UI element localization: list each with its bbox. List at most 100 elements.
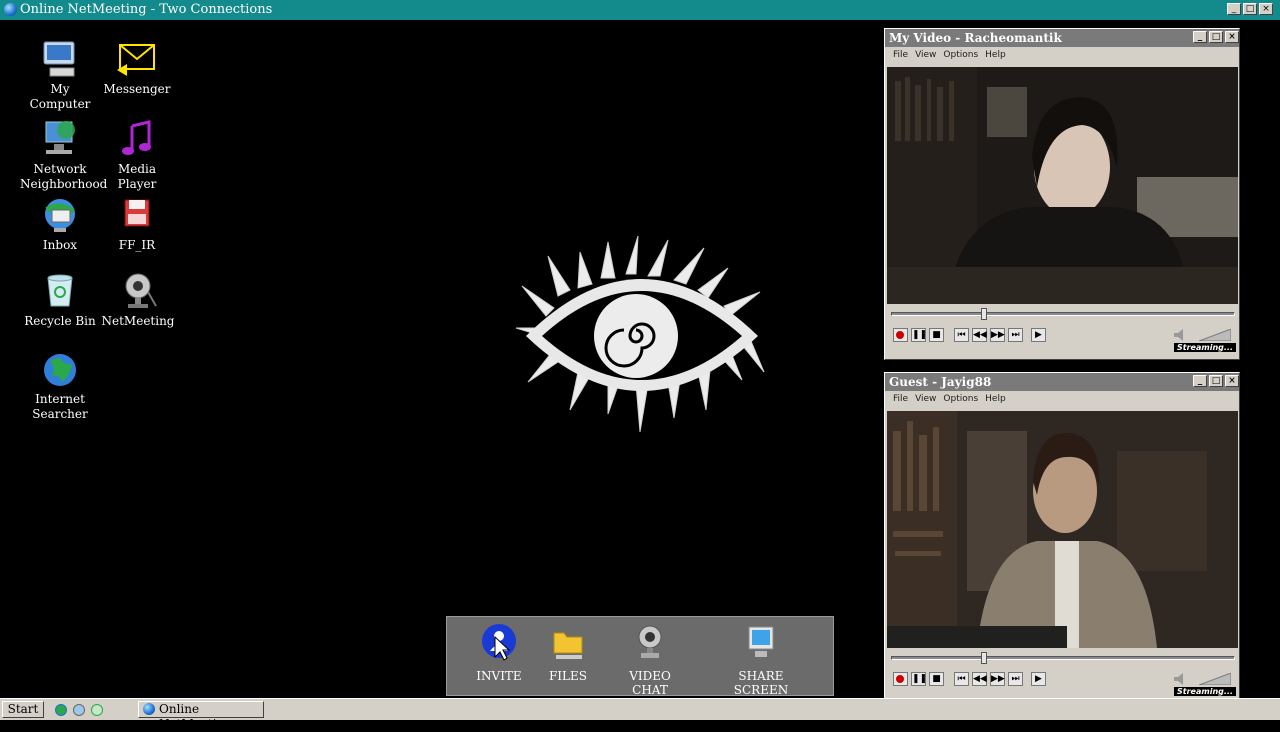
speaker-icon[interactable] bbox=[1173, 329, 1191, 341]
skip-forward-button[interactable]: ⏭ bbox=[1008, 672, 1023, 686]
skip-forward-button[interactable]: ⏭ bbox=[1008, 328, 1023, 342]
taskbar-item-label: Online NetMeeting bbox=[159, 702, 232, 731]
guest-video-menubar: File View Options Help bbox=[885, 391, 1239, 407]
desktop-icon-label: Network Neighborhood bbox=[20, 162, 108, 191]
invite-icon bbox=[479, 623, 519, 663]
floppy-disk-icon bbox=[117, 196, 157, 236]
desktop-icon-my-computer[interactable]: My Computer bbox=[20, 40, 100, 112]
share-screen-button[interactable]: SHARE SCREEN bbox=[711, 623, 811, 697]
play-button[interactable]: ▶ bbox=[1031, 672, 1046, 686]
menu-help[interactable]: Help bbox=[985, 47, 1006, 63]
files-label: FILES bbox=[548, 669, 587, 683]
menu-help[interactable]: Help bbox=[985, 391, 1006, 407]
video-chat-button[interactable]: VIDEO CHAT bbox=[613, 623, 687, 697]
skip-back-button[interactable]: ⏮ bbox=[954, 328, 969, 342]
seek-thumb[interactable] bbox=[980, 308, 987, 320]
desktop-icon-recycle-bin[interactable]: Recycle Bin bbox=[20, 272, 100, 329]
messenger-icon bbox=[73, 704, 85, 716]
volume-slider[interactable] bbox=[1199, 329, 1231, 341]
rewind-button[interactable]: ◀◀ bbox=[972, 672, 987, 686]
desktop-icon-label: Media Player bbox=[117, 162, 157, 191]
stop-button[interactable]: ■ bbox=[929, 672, 944, 686]
desktop-icon-label: My Computer bbox=[29, 82, 91, 111]
menu-view[interactable]: View bbox=[915, 47, 936, 63]
my-video-menubar: File View Options Help bbox=[885, 47, 1239, 63]
globe-icon bbox=[55, 704, 67, 716]
desktop-icon-label: FF_IR bbox=[118, 238, 156, 252]
menu-file[interactable]: File bbox=[893, 47, 908, 63]
guest-video-seekbar[interactable] bbox=[891, 652, 1235, 664]
action-dock: INVITE FILES VIDEO CHAT SHARE SCREEN bbox=[446, 616, 834, 697]
music-note-icon bbox=[117, 120, 157, 160]
maximize-button[interactable]: □ bbox=[1243, 3, 1257, 15]
desktop-icon-internet-searcher[interactable]: Internet Searcher bbox=[20, 350, 100, 422]
guest-video-title: Guest - Jayig88 bbox=[889, 375, 992, 389]
menu-options[interactable]: Options bbox=[943, 391, 978, 407]
minimize-button[interactable]: _ bbox=[1193, 375, 1207, 387]
guest-video-window[interactable]: Guest - Jayig88 _ □ × File View Options … bbox=[884, 372, 1240, 704]
seek-thumb[interactable] bbox=[980, 652, 987, 664]
my-video-seekbar[interactable] bbox=[891, 308, 1235, 320]
taskbar: Start Online NetMeeting bbox=[0, 698, 1280, 731]
my-video-feed bbox=[887, 67, 1238, 304]
rewind-button[interactable]: ◀◀ bbox=[972, 328, 987, 342]
streaming-status: Streaming... bbox=[1174, 343, 1236, 352]
desktop-icon-label: Messenger bbox=[103, 82, 171, 96]
my-video-titlebar: My Video - Racheomantik _ □ × bbox=[885, 29, 1239, 47]
eye-logo bbox=[515, 235, 765, 433]
computer-icon bbox=[40, 40, 80, 80]
files-button[interactable]: FILES bbox=[543, 623, 593, 683]
network-icon bbox=[40, 120, 80, 160]
maximize-button[interactable]: □ bbox=[1209, 375, 1223, 387]
desktop-icon-ff-ir[interactable]: FF_IR bbox=[97, 196, 177, 253]
close-button[interactable]: × bbox=[1225, 31, 1239, 43]
monitor-icon bbox=[741, 623, 781, 663]
close-button[interactable]: × bbox=[1259, 3, 1273, 15]
menu-options[interactable]: Options bbox=[943, 47, 978, 63]
minimize-button[interactable]: _ bbox=[1227, 3, 1241, 15]
my-video-controls: ❚❚ ■ ⏮ ◀◀ ▶▶ ⏭ ▶ Streaming... bbox=[887, 308, 1238, 357]
start-button[interactable]: Start bbox=[2, 701, 44, 718]
pause-button[interactable]: ❚❚ bbox=[911, 672, 927, 686]
fast-forward-button[interactable]: ▶▶ bbox=[990, 672, 1005, 686]
desktop-icon-media-player[interactable]: Media Player bbox=[97, 120, 177, 192]
desktop-icon-label: Recycle Bin bbox=[24, 314, 96, 328]
record-button[interactable] bbox=[893, 328, 908, 342]
stop-button[interactable]: ■ bbox=[929, 328, 944, 342]
desktop-icon-label: Inbox bbox=[42, 238, 78, 252]
speaker-icon[interactable] bbox=[1173, 673, 1191, 685]
taskbar-item-netmeeting[interactable]: Online NetMeeting bbox=[138, 701, 264, 731]
guest-video-titlebar: Guest - Jayig88 _ □ × bbox=[885, 373, 1239, 391]
webcam-icon bbox=[630, 623, 670, 663]
play-button[interactable]: ▶ bbox=[1031, 328, 1046, 342]
close-button[interactable]: × bbox=[1225, 375, 1239, 387]
menu-file[interactable]: File bbox=[893, 391, 908, 407]
invite-label: INVITE bbox=[476, 669, 522, 683]
record-button[interactable] bbox=[893, 672, 908, 686]
video-chat-label: VIDEO CHAT bbox=[629, 669, 671, 697]
desktop-icon-inbox[interactable]: Inbox bbox=[20, 196, 100, 253]
my-video-window[interactable]: My Video - Racheomantik _ □ × File View … bbox=[884, 28, 1240, 360]
minimize-button[interactable]: _ bbox=[1193, 31, 1207, 43]
guest-video-feed bbox=[887, 411, 1238, 648]
streaming-status: Streaming... bbox=[1174, 687, 1236, 696]
share-screen-label: SHARE SCREEN bbox=[733, 669, 789, 697]
desktop-icon-network[interactable]: Network Neighborhood bbox=[20, 120, 108, 192]
refresh-icon bbox=[91, 704, 103, 716]
skip-back-button[interactable]: ⏮ bbox=[954, 672, 969, 686]
globe-icon bbox=[143, 703, 155, 715]
menu-view[interactable]: View bbox=[915, 391, 936, 407]
envelope-icon bbox=[117, 40, 157, 80]
desktop-icon-label: NetMeeting bbox=[101, 314, 175, 328]
maximize-button[interactable]: □ bbox=[1209, 31, 1223, 43]
desktop-icon-messenger[interactable]: Messenger bbox=[97, 40, 177, 97]
desktop-icon-label: Internet Searcher bbox=[32, 392, 88, 421]
volume-slider[interactable] bbox=[1199, 673, 1231, 685]
my-video-title: My Video - Racheomantik bbox=[889, 31, 1062, 45]
desktop-icon-netmeeting[interactable]: NetMeeting bbox=[98, 272, 178, 329]
globe-icon bbox=[40, 350, 80, 390]
fast-forward-button[interactable]: ▶▶ bbox=[990, 328, 1005, 342]
pause-button[interactable]: ❚❚ bbox=[911, 328, 927, 342]
invite-button[interactable]: INVITE bbox=[469, 623, 529, 683]
app-titlebar: Online NetMeeting - Two Connections _ □ … bbox=[0, 0, 1280, 20]
